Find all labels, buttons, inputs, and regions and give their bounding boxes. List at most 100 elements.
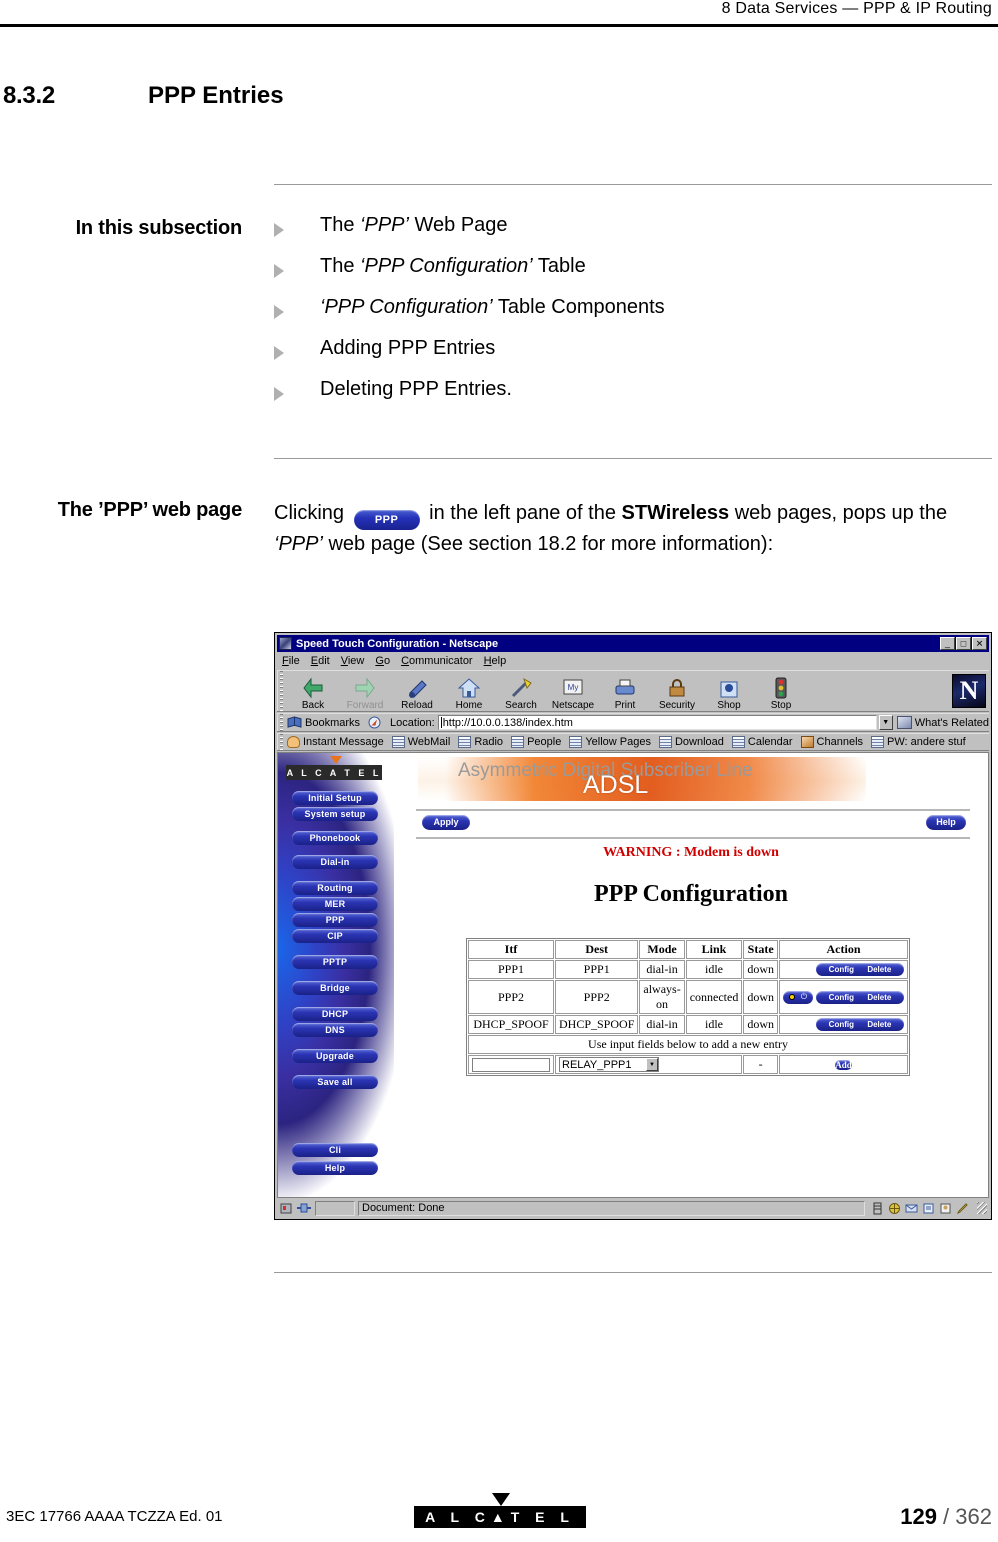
page-title: PPP Configuration	[593, 881, 788, 907]
network-connection-icon[interactable]	[296, 1202, 312, 1214]
toolbar-button-shop[interactable]: Shop	[703, 671, 755, 711]
address-bar[interactable]: http://10.0.0.138/index.htm	[437, 715, 877, 730]
new-itf-input[interactable]	[472, 1058, 550, 1073]
personal-toolbar-calendar[interactable]: Calendar	[731, 736, 793, 748]
close-button[interactable]: ✕	[972, 637, 987, 650]
note-icon	[569, 736, 583, 748]
divider-rule-bottom	[274, 1272, 992, 1273]
personal-toolbar-download[interactable]: Download	[658, 736, 724, 748]
menu-item-edit[interactable]: Edit	[311, 655, 330, 667]
maximize-button[interactable]: □	[956, 637, 971, 650]
config-delete-buttons[interactable]: Config Delete	[816, 1018, 905, 1031]
toolbar-button-forward[interactable]: Forward	[339, 671, 391, 711]
bullet-triangle-icon	[274, 264, 284, 278]
section-title: PPP Entries	[148, 82, 284, 109]
table-note-row: Use input fields below to add a new entr…	[468, 1035, 909, 1054]
webui-nav-ppp[interactable]: PPP	[292, 913, 378, 927]
web-page-left-nav-pane: A L C A T E L Initial Setup System setup P…	[278, 753, 394, 1197]
personal-toolbar-label: Channels	[816, 736, 864, 748]
footer-page-number: 129 / 362	[900, 1504, 992, 1530]
location-label: Location:	[390, 716, 435, 729]
webui-nav-phonebook[interactable]: Phonebook	[292, 831, 378, 845]
toolbar-button-security[interactable]: Security	[651, 671, 703, 711]
toolbar-button-netscape[interactable]: My Netscape	[547, 671, 599, 711]
netscape-logo-icon[interactable]: N	[952, 674, 986, 708]
composer-icon[interactable]	[922, 1202, 935, 1215]
navigator-icon[interactable]	[888, 1202, 901, 1215]
config-delete-buttons[interactable]: Config Delete	[816, 990, 905, 1004]
resize-grip[interactable]	[977, 1202, 987, 1214]
subsection-bullet-label: Deleting PPP Entries.	[320, 378, 512, 400]
config-delete-buttons[interactable]: Config Delete	[816, 963, 905, 976]
personal-toolbar-instant-message[interactable]: Instant Message	[287, 736, 384, 748]
help-button[interactable]: Help	[926, 815, 966, 830]
menu-item-communicator[interactable]: Communicator	[401, 655, 473, 667]
apply-button[interactable]: Apply	[422, 815, 470, 830]
location-grip-handle[interactable]	[277, 714, 284, 731]
personal-toolbar-yellow-pages[interactable]: Yellow Pages	[569, 736, 651, 748]
toolbar-button-back[interactable]: Back	[287, 671, 339, 711]
delete-button[interactable]: Delete	[867, 991, 891, 1004]
header-rule	[0, 24, 998, 27]
webui-nav-routing[interactable]: Routing	[292, 881, 378, 895]
webui-nav-dial-in[interactable]: Dial-in	[292, 855, 378, 869]
webui-nav-dhcp[interactable]: DHCP	[292, 1007, 378, 1021]
webui-nav-bridge[interactable]: Bridge	[292, 981, 378, 995]
note-icon	[871, 736, 885, 748]
delete-button[interactable]: Delete	[867, 963, 891, 976]
menu-item-help[interactable]: Help	[484, 655, 507, 667]
webui-nav-cip[interactable]: CIP	[292, 929, 378, 943]
config-button[interactable]: Config	[829, 1018, 854, 1031]
webui-nav-dns[interactable]: DNS	[292, 1023, 378, 1037]
toolbar-button-label: Stop	[770, 700, 792, 711]
menu-item-file[interactable]: File	[282, 655, 300, 667]
cell-link: idle	[685, 1015, 743, 1034]
toolbar-button-stop[interactable]: Stop	[755, 671, 807, 711]
minimize-button[interactable]: _	[940, 637, 955, 650]
personal-toolbar-people[interactable]: People	[511, 736, 561, 748]
personal-toolbar-webmail[interactable]: WebMail	[391, 736, 450, 748]
address-history-dropdown[interactable]: ▼	[878, 715, 893, 730]
webui-nav-system-setup[interactable]: System setup	[292, 807, 378, 821]
power-toggle-button[interactable]: ⏻	[783, 990, 814, 1004]
menu-item-view[interactable]: View	[341, 655, 365, 667]
webui-nav-upgrade[interactable]: Upgrade	[292, 1049, 378, 1063]
address-book-icon[interactable]	[939, 1202, 952, 1215]
bullet-triangle-icon	[274, 346, 284, 360]
subsection-bullet-item: ‘PPP Configuration’ Table Components	[274, 296, 994, 337]
personal-toolbar-radio[interactable]: Radio	[458, 736, 503, 748]
webui-nav-mer[interactable]: MER	[292, 897, 378, 911]
mail-icon[interactable]	[905, 1202, 918, 1215]
menu-item-go[interactable]: Go	[375, 655, 390, 667]
toolbar-button-reload[interactable]: Reload	[391, 671, 443, 711]
nav-button-cli[interactable]: Cli	[292, 1143, 378, 1157]
toolbar-grip-handle[interactable]	[277, 671, 284, 711]
webui-nav-pptp[interactable]: PPTP	[292, 955, 378, 969]
cell-action: Config Delete	[779, 1015, 909, 1034]
chevron-down-icon[interactable]: ▼	[646, 1058, 658, 1072]
config-button[interactable]: Config	[829, 963, 854, 976]
personal-toolbar-channels[interactable]: Channels	[800, 736, 864, 748]
config-button[interactable]: Config	[829, 991, 854, 1004]
toolbar-button-search[interactable]: Search	[495, 671, 547, 711]
delete-button[interactable]: Delete	[867, 1018, 891, 1031]
banner-rule-top	[416, 809, 970, 811]
security-padlock-icon[interactable]	[279, 1201, 293, 1215]
toolbar-button-print[interactable]: Print	[599, 671, 651, 711]
webui-nav-save-all[interactable]: Save all	[292, 1075, 378, 1089]
sidebar-tab-icon[interactable]	[871, 1202, 884, 1215]
new-dest-select[interactable]: RELAY_PPP1 ▼	[559, 1057, 659, 1073]
personal-toolbar-grip-handle[interactable]	[277, 734, 284, 750]
personal-toolbar-pw-andere-stuf[interactable]: PW: andere stuf	[871, 736, 966, 748]
table-column-header-state: State	[743, 940, 779, 959]
webui-nav-initial-setup[interactable]: Initial Setup	[292, 791, 378, 805]
status-progress-area	[315, 1200, 355, 1216]
toolbar-button-home[interactable]: Home	[443, 671, 495, 711]
edit-pencil-icon[interactable]	[956, 1202, 969, 1215]
note-icon	[391, 736, 405, 748]
cell-state: down	[743, 980, 779, 1014]
bookmarks-button[interactable]: Bookmarks	[287, 716, 360, 729]
whats-related-button[interactable]: What's Related	[896, 716, 989, 729]
add-button[interactable]: Add	[835, 1060, 852, 1071]
nav-button-help[interactable]: Help	[292, 1161, 378, 1175]
